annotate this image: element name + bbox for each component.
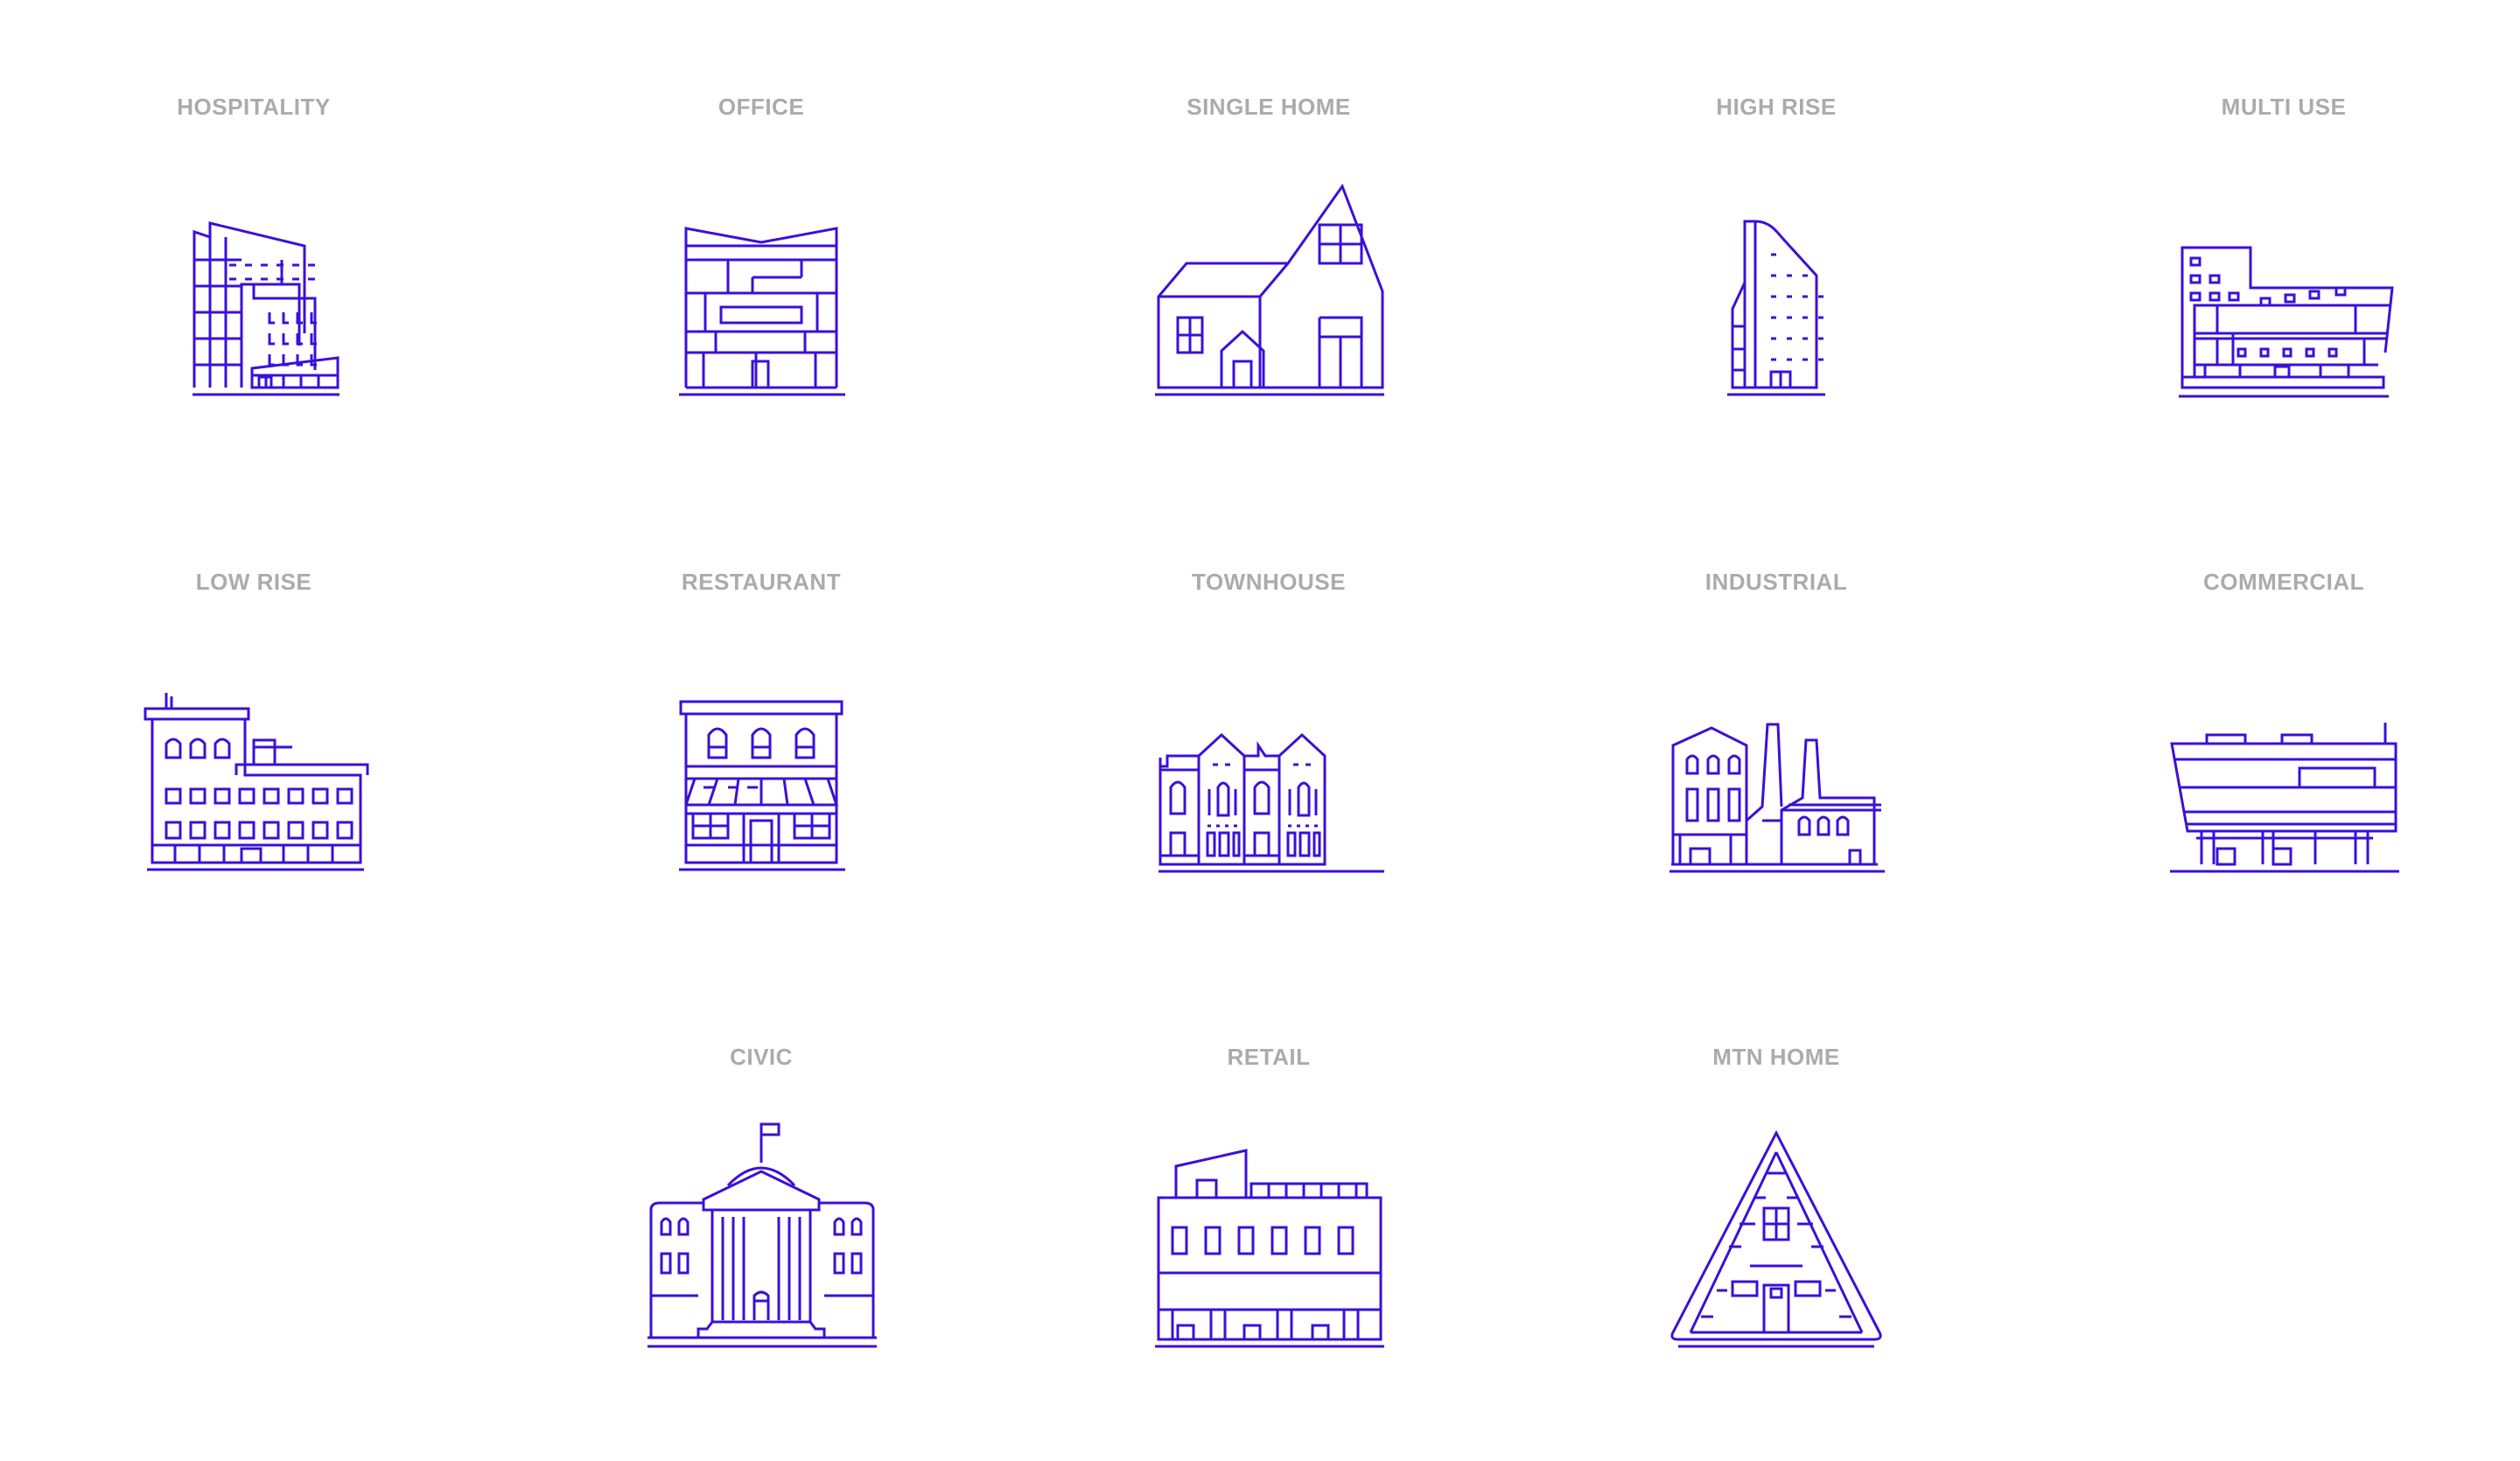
industrial-factory-icon	[1645, 626, 1908, 889]
commercial-building-icon	[2152, 626, 2415, 889]
tile-label: COMMERCIAL	[2202, 569, 2365, 595]
office-building-icon	[630, 151, 892, 414]
civic-building-icon	[630, 1101, 892, 1364]
tile-townhouse[interactable]: TOWNHOUSE	[1024, 569, 1514, 971]
high-rise-icon	[1645, 151, 1908, 414]
tile-retail[interactable]: RETAIL	[1024, 1044, 1514, 1446]
tile-mtn-home[interactable]: MTN HOME	[1531, 1044, 2021, 1446]
tile-restaurant[interactable]: RESTAURANT	[516, 569, 1006, 971]
multi-use-building-icon	[2152, 151, 2415, 414]
tile-commercial[interactable]: COMMERCIAL	[2039, 569, 2520, 971]
tile-high-rise[interactable]: HIGH RISE	[1531, 94, 2021, 496]
tile-low-rise[interactable]: LOW RISE	[9, 569, 499, 971]
tile-label: RESTAURANT	[681, 569, 842, 595]
building-type-grid: HOSPITALITY OFFICE SINGLE HOME HIGH RISE…	[0, 0, 2520, 1461]
tile-label: HOSPITALITY	[177, 94, 331, 120]
restaurant-icon	[630, 626, 892, 889]
mountain-home-icon	[1645, 1101, 1908, 1364]
retail-store-icon	[1138, 1101, 1400, 1364]
tile-label: SINGLE HOME	[1186, 94, 1351, 120]
low-rise-building-icon	[122, 626, 385, 889]
tile-civic[interactable]: CIVIC	[516, 1044, 1006, 1446]
tile-label: RETAIL	[1227, 1044, 1311, 1070]
tile-label: MULTI USE	[2221, 94, 2347, 120]
single-home-icon	[1138, 151, 1400, 414]
tile-single-home[interactable]: SINGLE HOME	[1024, 94, 1514, 496]
tile-multi-use[interactable]: MULTI USE	[2039, 94, 2520, 496]
tile-industrial[interactable]: INDUSTRIAL	[1531, 569, 2021, 971]
tile-label: OFFICE	[718, 94, 805, 120]
hospitality-building-icon	[122, 151, 385, 414]
tile-label: CIVIC	[730, 1044, 793, 1070]
townhouse-icon	[1138, 626, 1400, 889]
tile-label: TOWNHOUSE	[1192, 569, 1346, 595]
tile-label: HIGH RISE	[1716, 94, 1837, 120]
tile-office[interactable]: OFFICE	[516, 94, 1006, 496]
tile-hospitality[interactable]: HOSPITALITY	[9, 94, 499, 496]
tile-label: INDUSTRIAL	[1704, 569, 1848, 595]
tile-label: LOW RISE	[195, 569, 312, 595]
tile-label: MTN HOME	[1712, 1044, 1840, 1070]
